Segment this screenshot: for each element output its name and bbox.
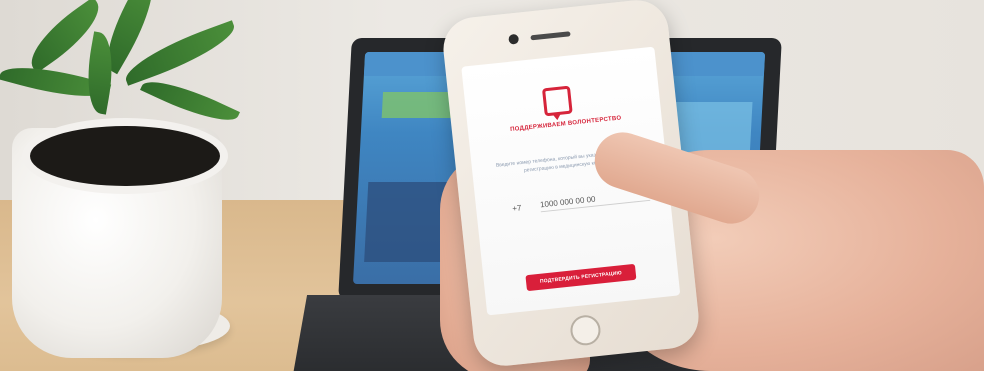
home-button[interactable] — [568, 313, 602, 347]
front-camera-icon — [508, 33, 520, 45]
confirm-registration-button[interactable]: ПОДТВЕРДИТЬ РЕГИСТРАЦИЮ — [525, 263, 637, 292]
earpiece-speaker — [530, 31, 571, 41]
photo-scene: ПОДДЕРЖИВАЕМ ВОЛОНТЕРСТВО Введите номер … — [0, 0, 984, 371]
country-code: +7 — [511, 203, 522, 214]
app-name: ПОДДЕРЖИВАЕМ ВОЛОНТЕРСТВО — [509, 115, 622, 134]
plant-soil — [22, 118, 228, 194]
chat-bubble-icon — [541, 85, 573, 117]
